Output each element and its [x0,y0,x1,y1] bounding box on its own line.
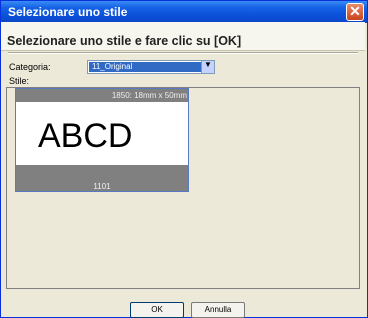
dropdown-button[interactable]: ▼ [201,60,214,73]
chevron-down-icon: ▼ [204,60,212,69]
window-title: Selezionare uno stile [8,5,128,19]
ok-button[interactable]: OK [130,302,184,318]
category-label: Categoria: [9,62,51,72]
cancel-button[interactable]: Annulla [191,302,245,318]
category-selected-value: 11_Original [89,62,201,72]
style-card[interactable]: 1850: 18mm x 50mm ABCD 1101 [15,88,189,192]
preview-text: ABCD [38,117,133,155]
label-preview: ABCD [16,102,188,165]
close-icon: ✕ [349,3,361,19]
style-label: Stile: [9,76,30,86]
style-dimensions: 1850: 18mm x 50mm [111,91,187,100]
title-bar: Selezionare uno stile ✕ [1,1,367,23]
instruction-text: Selezionare uno stile e fare clic su [OK… [7,34,242,48]
close-button[interactable]: ✕ [346,3,364,21]
style-code: 1101 [93,182,111,191]
category-select[interactable]: 11_Original ▼ [87,60,215,74]
separator [8,52,358,54]
